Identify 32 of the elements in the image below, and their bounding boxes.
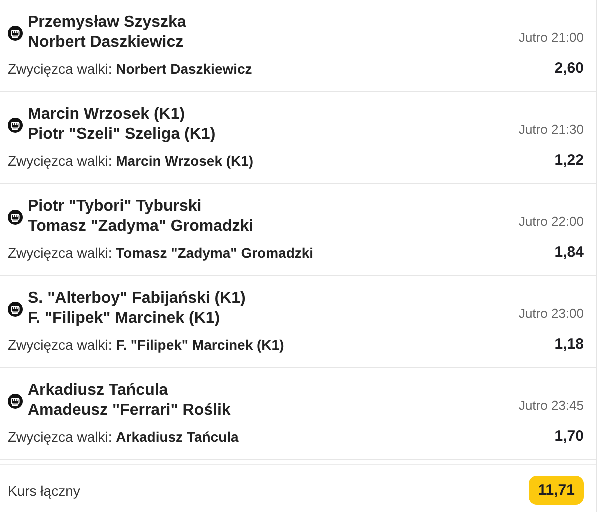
fighter-name: S. "Alterboy" Fabijański (K1) — [28, 289, 247, 309]
fighter-name: Arkadiusz Tańcula — [28, 381, 170, 401]
fighter-name: Piotr "Szeli" Szeliga (K1) — [28, 125, 217, 145]
fighter-name: Marcin Wrzosek (K1) — [28, 105, 186, 125]
event-time: Jutro 21:30 — [518, 122, 584, 136]
mma-glove-icon — [8, 210, 23, 224]
fighter-name: Przemysław Szyszka — [28, 13, 188, 33]
odds-value: 1,70 — [554, 428, 584, 445]
mma-glove-icon — [8, 394, 23, 408]
bet-selection: Zwycięzca walki: Arkadiusz Tańcula — [8, 428, 239, 444]
bet-selection: Zwycięzca walki: Marcin Wrzosek (K1) — [8, 152, 254, 168]
fighter-name: Piotr "Tybori" Tyburski — [28, 197, 203, 217]
mma-glove-icon — [8, 302, 23, 316]
event-time: Jutro 23:00 — [518, 306, 584, 320]
odds-value: 1,22 — [554, 152, 584, 169]
bet-selection: Zwycięzca walki: Norbert Daszkiewicz — [8, 60, 252, 76]
fighter-name: Tomasz "Zadyma" Gromadzki — [28, 217, 255, 237]
mma-glove-icon — [8, 26, 23, 40]
mma-glove-icon — [8, 118, 23, 132]
odds-value: 1,18 — [554, 336, 584, 353]
bet-selection: Zwycięzca walki: F. "Filipek" Marcinek (K1) — [8, 336, 284, 352]
bet-selection: Zwycięzca walki: Tomasz "Zadyma" Gromadzki — [8, 244, 314, 260]
fighter-name: Norbert Daszkiewicz — [28, 33, 185, 53]
total-odds-badge: 11,71 — [529, 476, 584, 505]
odds-value: 2,60 — [554, 60, 584, 77]
event-time: Jutro 21:00 — [518, 30, 584, 44]
event-time: Jutro 22:00 — [518, 214, 584, 228]
fighter-name: F. "Filipek" Marcinek (K1) — [28, 309, 222, 329]
fighter-name: Amadeusz "Ferrari" Roślik — [28, 401, 232, 421]
event-time: Jutro 23:45 — [518, 398, 584, 412]
odds-value: 1,84 — [554, 244, 584, 261]
total-odds-label: Kurs łączny — [8, 482, 80, 498]
